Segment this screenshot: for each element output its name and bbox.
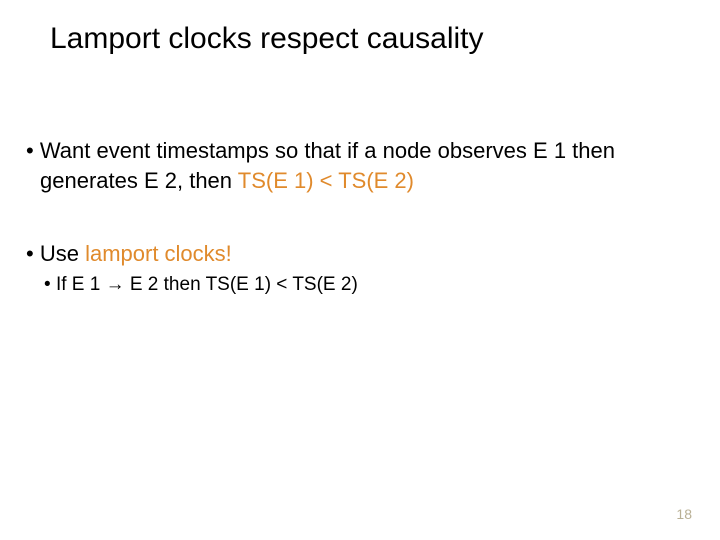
slide-title: Lamport clocks respect causality xyxy=(50,22,700,56)
bullet-2-sub-pre: If E 1 xyxy=(56,274,106,295)
bullet-item-2-sub: If E 1 → E 2 then TS(E 1) < TS(E 2) xyxy=(20,273,700,298)
slide: Lamport clocks respect causality Want ev… xyxy=(0,0,720,540)
bullet-2-sub-post: E 2 then TS(E 1) < TS(E 2) xyxy=(125,274,358,295)
bullet-list: Want event timestamps so that if a node … xyxy=(20,136,700,298)
arrow-icon: → xyxy=(106,274,125,295)
bullet-2-accent: lamport clocks! xyxy=(85,241,232,266)
page-number: 18 xyxy=(676,506,692,522)
bullet-item-2: Use lamport clocks! xyxy=(20,239,700,269)
bullet-2-text: Use xyxy=(40,241,85,266)
bullet-1-accent: TS(E 1) < TS(E 2) xyxy=(238,168,414,193)
bullet-item-1: Want event timestamps so that if a node … xyxy=(20,136,700,195)
